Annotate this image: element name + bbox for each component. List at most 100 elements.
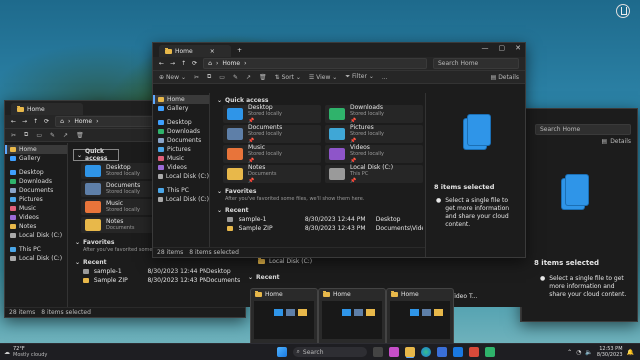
recent-row[interactable]: sample-1 8/30/2023 12:44 PM Desktop <box>71 267 245 276</box>
details-button[interactable]: ▤ Details <box>491 74 519 81</box>
start-icon[interactable] <box>276 347 287 357</box>
copy-icon[interactable]: ⧉ <box>24 131 28 139</box>
chevron-up-icon[interactable]: ⌃ <box>567 349 572 356</box>
forward-icon[interactable]: → <box>170 60 175 67</box>
forward-icon[interactable]: → <box>22 118 27 125</box>
row-local-disk[interactable]: Local Disk (C:) <box>269 258 312 265</box>
up-icon[interactable]: ↑ <box>33 118 38 125</box>
sidebar-item[interactable]: Local Disk (C:) <box>5 231 67 240</box>
search-input[interactable]: Search Home <box>535 123 631 135</box>
sidebar-item[interactable]: Gallery <box>153 104 209 113</box>
minimize-icon[interactable]: — <box>482 44 489 52</box>
app-icon[interactable] <box>484 347 495 357</box>
favorites-header[interactable]: ⌄ Favorites <box>213 186 423 196</box>
maximize-icon[interactable]: ▢ <box>499 44 506 52</box>
task-view-icon[interactable] <box>372 347 383 357</box>
file-explorer-icon[interactable] <box>404 347 415 357</box>
recent-row[interactable]: Sample ZIP 8/30/2023 12:43 PM Documents <box>71 276 245 285</box>
window-preview[interactable]: Home <box>318 288 386 346</box>
search-input[interactable]: Search Home <box>433 58 519 69</box>
sidebar-item[interactable]: Downloads <box>153 127 209 136</box>
sidebar-item[interactable]: Home <box>153 95 209 104</box>
filter-button[interactable]: ⏷ Filter ⌄ <box>345 73 374 81</box>
recycle-bin-icon[interactable] <box>616 4 630 18</box>
widgets-icon[interactable] <box>388 347 399 357</box>
notification-icon[interactable]: 🔔 <box>627 349 634 356</box>
recent-header[interactable]: ⌄ Recent <box>244 272 522 282</box>
tab-home[interactable]: Home × <box>159 45 231 57</box>
refresh-icon[interactable]: ⟳ <box>192 60 197 67</box>
sidebar-item[interactable]: Downloads <box>5 177 67 186</box>
sidebar-item[interactable]: Local Disk (C:) <box>153 172 209 181</box>
paste-icon[interactable]: ▭ <box>36 132 42 139</box>
sidebar-item[interactable]: Videos <box>5 213 67 222</box>
quick-access-item[interactable]: Pictures Stored locally 📌 <box>325 124 423 144</box>
refresh-icon[interactable]: ⟳ <box>44 118 49 125</box>
rename-icon[interactable]: ✎ <box>50 132 55 139</box>
new-button[interactable]: ⊕ New ⌄ <box>159 74 186 81</box>
delete-icon[interactable]: 🗑 <box>76 132 84 139</box>
delete-icon[interactable]: 🗑 <box>259 74 267 81</box>
sort-button[interactable]: ⇅ Sort ⌄ <box>275 74 301 81</box>
cut-icon[interactable]: ✂ <box>194 74 199 81</box>
clock-date[interactable]: 8/30/2023 <box>597 352 623 358</box>
rename-icon[interactable]: ✎ <box>233 74 238 81</box>
sidebar-item[interactable]: Pictures <box>153 145 209 154</box>
up-icon[interactable]: ↑ <box>181 60 186 67</box>
sidebar-item[interactable]: Notes <box>5 222 67 231</box>
close-icon[interactable]: ✕ <box>515 44 521 52</box>
view-button[interactable]: ☰ View ⌄ <box>309 74 337 81</box>
copy-icon[interactable]: ⧉ <box>207 73 211 81</box>
close-tab-icon[interactable]: × <box>210 48 215 55</box>
back-icon[interactable]: ← <box>11 118 16 125</box>
paste-icon[interactable]: ▭ <box>219 74 225 81</box>
recent-row[interactable]: sample-1 8/30/2023 12:44 PM Desktop <box>213 215 423 224</box>
back-icon[interactable]: ← <box>159 60 164 67</box>
window-preview[interactable]: Home <box>386 288 454 346</box>
share-icon[interactable]: ↗ <box>246 74 251 81</box>
edge-icon[interactable] <box>420 347 431 357</box>
sidebar-item[interactable]: Gallery <box>5 154 67 163</box>
sidebar-item[interactable]: Documents <box>5 186 67 195</box>
more-options-button[interactable]: ... <box>382 74 388 81</box>
sidebar-item[interactable]: This PC <box>5 245 67 254</box>
quick-access-item[interactable]: Notes Documents 📌 <box>223 164 321 184</box>
quick-access-item[interactable]: Local Disk (C:) This PC 📌 <box>325 164 423 184</box>
quick-access-item[interactable]: Downloads Stored locally 📌 <box>325 104 423 124</box>
breadcrumb-home[interactable]: Home <box>74 118 92 125</box>
sidebar-item[interactable]: Home <box>5 145 67 154</box>
details-toggle[interactable]: ▤ Details <box>521 135 637 147</box>
new-tab-icon[interactable]: + <box>237 47 242 54</box>
sidebar-item[interactable]: Music <box>153 154 209 163</box>
quick-access-item[interactable]: Music Stored locally 📌 <box>223 144 321 164</box>
weather-widget[interactable]: ☁ 72°F Mostly cloudy <box>4 346 64 358</box>
sidebar-item[interactable]: Pictures <box>5 195 67 204</box>
sidebar-item[interactable]: Desktop <box>153 118 209 127</box>
sidebar-item[interactable]: Music <box>5 204 67 213</box>
quick-access-header[interactable]: ⌄ Quick access <box>73 148 119 162</box>
share-icon[interactable]: ↗ <box>63 132 68 139</box>
breadcrumb-home[interactable]: Home <box>222 60 240 67</box>
window-preview[interactable]: Home <box>250 288 318 346</box>
recent-row[interactable]: Sample ZIP 8/30/2023 12:43 PM Documents\Vi… <box>213 224 423 233</box>
mail-icon[interactable] <box>452 347 463 357</box>
recent-header[interactable]: ⌄ Recent <box>71 257 245 267</box>
recent-header[interactable]: ⌄ Recent <box>213 205 423 215</box>
sidebar-item[interactable]: Videos <box>153 163 209 172</box>
wifi-icon[interactable]: ◔ <box>576 349 581 356</box>
quick-access-item[interactable]: Videos Stored locally 📌 <box>325 144 423 164</box>
quick-access-item[interactable]: Documents Stored locally 📌 <box>223 124 321 144</box>
breadcrumb[interactable]: ⌂ › Home › <box>203 58 427 69</box>
tab-home[interactable]: Home <box>11 103 83 115</box>
quick-access-item[interactable]: Desktop Stored locally 📌 <box>223 104 321 124</box>
sidebar-item[interactable]: Local Disk (C:) <box>153 195 209 204</box>
volume-icon[interactable]: 🔈 <box>585 349 592 356</box>
sidebar-item[interactable]: Local Disk (C:) <box>5 254 67 263</box>
cut-icon[interactable]: ✂ <box>11 132 16 139</box>
store-icon[interactable] <box>436 347 447 357</box>
taskbar-search[interactable]: ⌕ Search <box>292 347 367 357</box>
quick-access-header[interactable]: ⌄ Quick access <box>213 95 423 105</box>
sidebar-item[interactable]: This PC <box>153 186 209 195</box>
app-icon[interactable] <box>468 347 479 357</box>
sidebar-item[interactable]: Documents <box>153 136 209 145</box>
